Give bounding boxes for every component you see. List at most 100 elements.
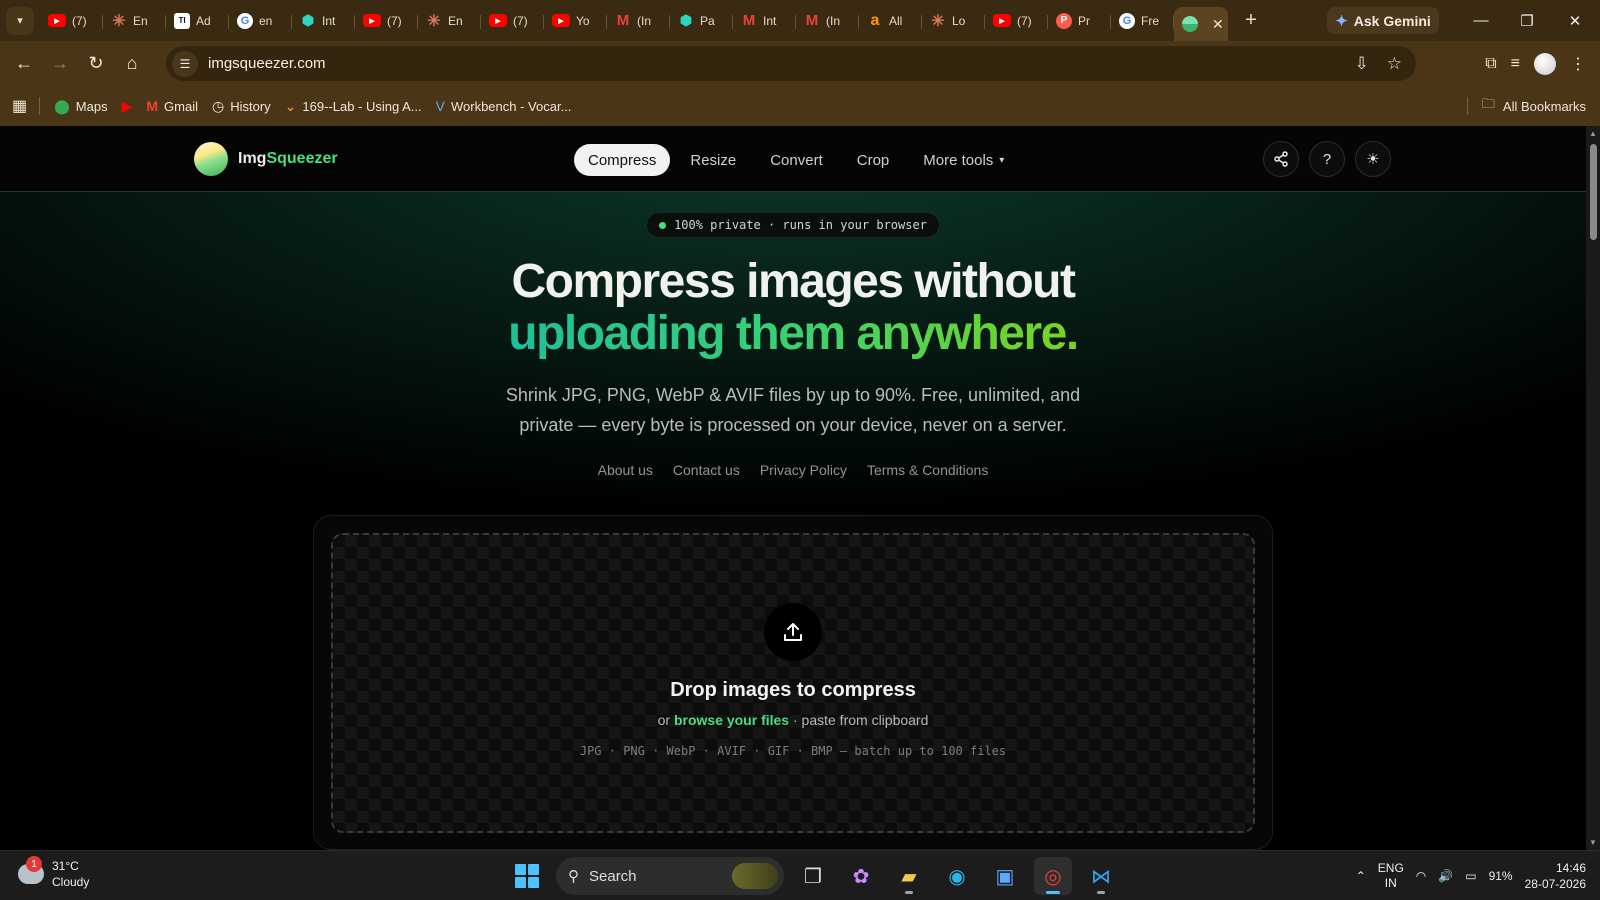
browser-tab[interactable]: ✳ En [418,6,481,36]
media-controls-icon[interactable]: ≡ [1511,55,1520,73]
browser-tab[interactable]: ⬢ Int [292,6,355,36]
battery-icon[interactable]: ▭ [1465,869,1476,883]
browser-tab-active[interactable]: ✕ [1174,7,1228,41]
help-button[interactable]: ? [1309,141,1345,177]
minimize-button[interactable]: — [1458,0,1504,41]
task-view-button[interactable]: ❐ [794,857,832,895]
bookmark-lab[interactable]: ⌄ 169--Lab - Using A... [285,98,422,115]
bookmark-maps[interactable]: ⬤ Maps [54,98,107,115]
share-button[interactable] [1263,141,1299,177]
browse-files-link[interactable]: browse your files [674,712,789,728]
address-bar[interactable]: ☰ imgsqueezer.com ⇩ ☆ [166,46,1416,81]
browser-tab[interactable]: M (In [796,6,859,36]
vocareum-icon: V [435,98,445,114]
browser-tab[interactable]: TI Ad [166,6,229,36]
upload-button[interactable] [764,603,822,661]
browser-tab[interactable]: M Int [733,6,796,36]
browser-tab[interactable]: Gen [229,6,292,36]
apps-grid-icon[interactable]: ▦ [12,96,27,116]
hero-subtitle: Shrink JPG, PNG, WebP & AVIF files by up… [505,385,1081,435]
edge-button[interactable]: ◉ [938,857,976,895]
tab-search-button[interactable]: ▾ [6,6,34,35]
clock[interactable]: 14:46 28-07-2026 [1525,860,1586,892]
theme-toggle-button[interactable]: ☀ [1355,141,1391,177]
bookmark-star-icon[interactable]: ☆ [1387,54,1402,74]
task-view-icon: ❐ [804,865,822,888]
scroll-thumb[interactable] [1590,144,1597,240]
logo-text-img: Img [238,150,267,167]
browser-toolbar: ← → ↻ ⌂ ☰ imgsqueezer.com ⇩ ☆ ⧉ ≡ ⋮ [0,41,1600,86]
browser-tab[interactable]: ▶ (7) [481,6,544,36]
close-window-button[interactable]: ✕ [1552,0,1598,41]
bookmark-youtube[interactable]: ▶ [122,98,133,115]
site-info-icon[interactable]: ☰ [172,50,198,77]
home-button[interactable]: ⌂ [114,46,150,82]
file-explorer-button[interactable]: ▰ [890,857,928,895]
all-bookmarks-button[interactable]: 🗀 All Bookmarks [1466,86,1586,126]
browser-menu-icon[interactable]: ⋮ [1570,54,1586,74]
browser-tab-strip: ▾ ▶ (7) ✳ En TI Ad Gen ⬢ Int ▶ (7) ✳ En ▶ (7) ▶… [0,0,1600,41]
browser-tab[interactable]: ▶ Yo [544,6,607,36]
youtube-icon: ▶ [552,14,570,27]
page-scrollbar[interactable]: ▲ ▼ [1586,126,1600,850]
wifi-icon[interactable]: ◠ [1416,869,1426,883]
browser-tab[interactable]: ✳ Lo [922,6,985,36]
scroll-down-icon[interactable]: ▼ [1589,838,1597,847]
vscode-button[interactable]: ⋈ [1082,857,1120,895]
ask-gemini-button[interactable]: ✦ Ask Gemini [1327,7,1439,34]
chevron-up-icon[interactable]: ⌃ [1356,869,1366,883]
url-text[interactable]: imgsqueezer.com [208,55,326,72]
bookmark-history[interactable]: ◷ History [212,98,271,115]
browser-tab[interactable]: P Pr [1048,6,1111,36]
browser-tab[interactable]: ⬢ Pa [670,6,733,36]
profile-avatar[interactable] [1534,52,1556,75]
copilot-button[interactable]: ✿ [842,857,880,895]
nav-convert[interactable]: Convert [756,144,837,176]
close-tab-icon[interactable]: ✕ [1212,16,1224,33]
install-app-icon[interactable]: ⇩ [1355,54,1369,74]
browser-tab[interactable]: ✳ En [103,6,166,36]
weather-widget[interactable]: 1 31°C Cloudy [18,856,89,890]
extensions-icon[interactable]: ⧉ [1485,55,1496,73]
site-header: ImgSqueezer Compress Resize Convert Crop… [0,126,1586,192]
bookmark-gmail[interactable]: M Gmail [146,98,198,114]
store-button[interactable]: ▣ [986,857,1024,895]
dropzone[interactable]: Drop images to compress or browse your f… [331,533,1255,833]
browser-tab[interactable]: G Fre [1111,6,1174,36]
nav-more-tools[interactable]: More tools ▾ [909,144,1018,176]
volume-icon[interactable]: 🔊 [1438,869,1453,883]
chrome-button[interactable]: ◎ [1034,857,1072,895]
folder-icon: ▰ [901,865,917,888]
link-about[interactable]: About us [598,462,653,478]
browser-tab[interactable]: M (In [607,6,670,36]
scroll-up-icon[interactable]: ▲ [1589,129,1597,138]
link-terms[interactable]: Terms & Conditions [867,462,988,478]
divider [1466,97,1468,115]
claude-icon: ✳ [931,12,945,30]
nav-compress[interactable]: Compress [574,144,671,176]
google-icon: G [1119,12,1135,29]
start-button[interactable] [508,857,546,895]
new-tab-button[interactable]: + [1236,6,1266,36]
nav-resize[interactable]: Resize [676,144,750,176]
cloud-icon: 1 [18,856,44,884]
sun-icon: ☀ [1366,151,1380,168]
paste-clipboard-text[interactable]: · paste from clipboard [793,712,928,728]
browser-tab[interactable]: ▶ (7) [985,6,1048,36]
taskbar-search[interactable]: ⚲ Search [556,857,784,895]
shield-icon: ⬢ [301,12,315,28]
restore-button[interactable]: ❐ [1504,0,1550,41]
nav-crop[interactable]: Crop [843,144,904,176]
logo-mark-icon [194,142,228,176]
back-button[interactable]: ← [6,46,42,82]
site-logo[interactable]: ImgSqueezer [194,142,338,176]
forward-button[interactable]: → [42,46,78,82]
browser-tab[interactable]: ▶ (7) [40,6,103,36]
reload-button[interactable]: ↻ [78,46,114,82]
link-privacy[interactable]: Privacy Policy [760,462,847,478]
language-indicator[interactable]: ENG IN [1378,861,1404,891]
browser-tab[interactable]: a All [859,6,922,36]
link-contact[interactable]: Contact us [673,462,740,478]
browser-tab[interactable]: ▶ (7) [355,6,418,36]
bookmark-workbench[interactable]: V Workbench - Vocar... [436,98,572,114]
